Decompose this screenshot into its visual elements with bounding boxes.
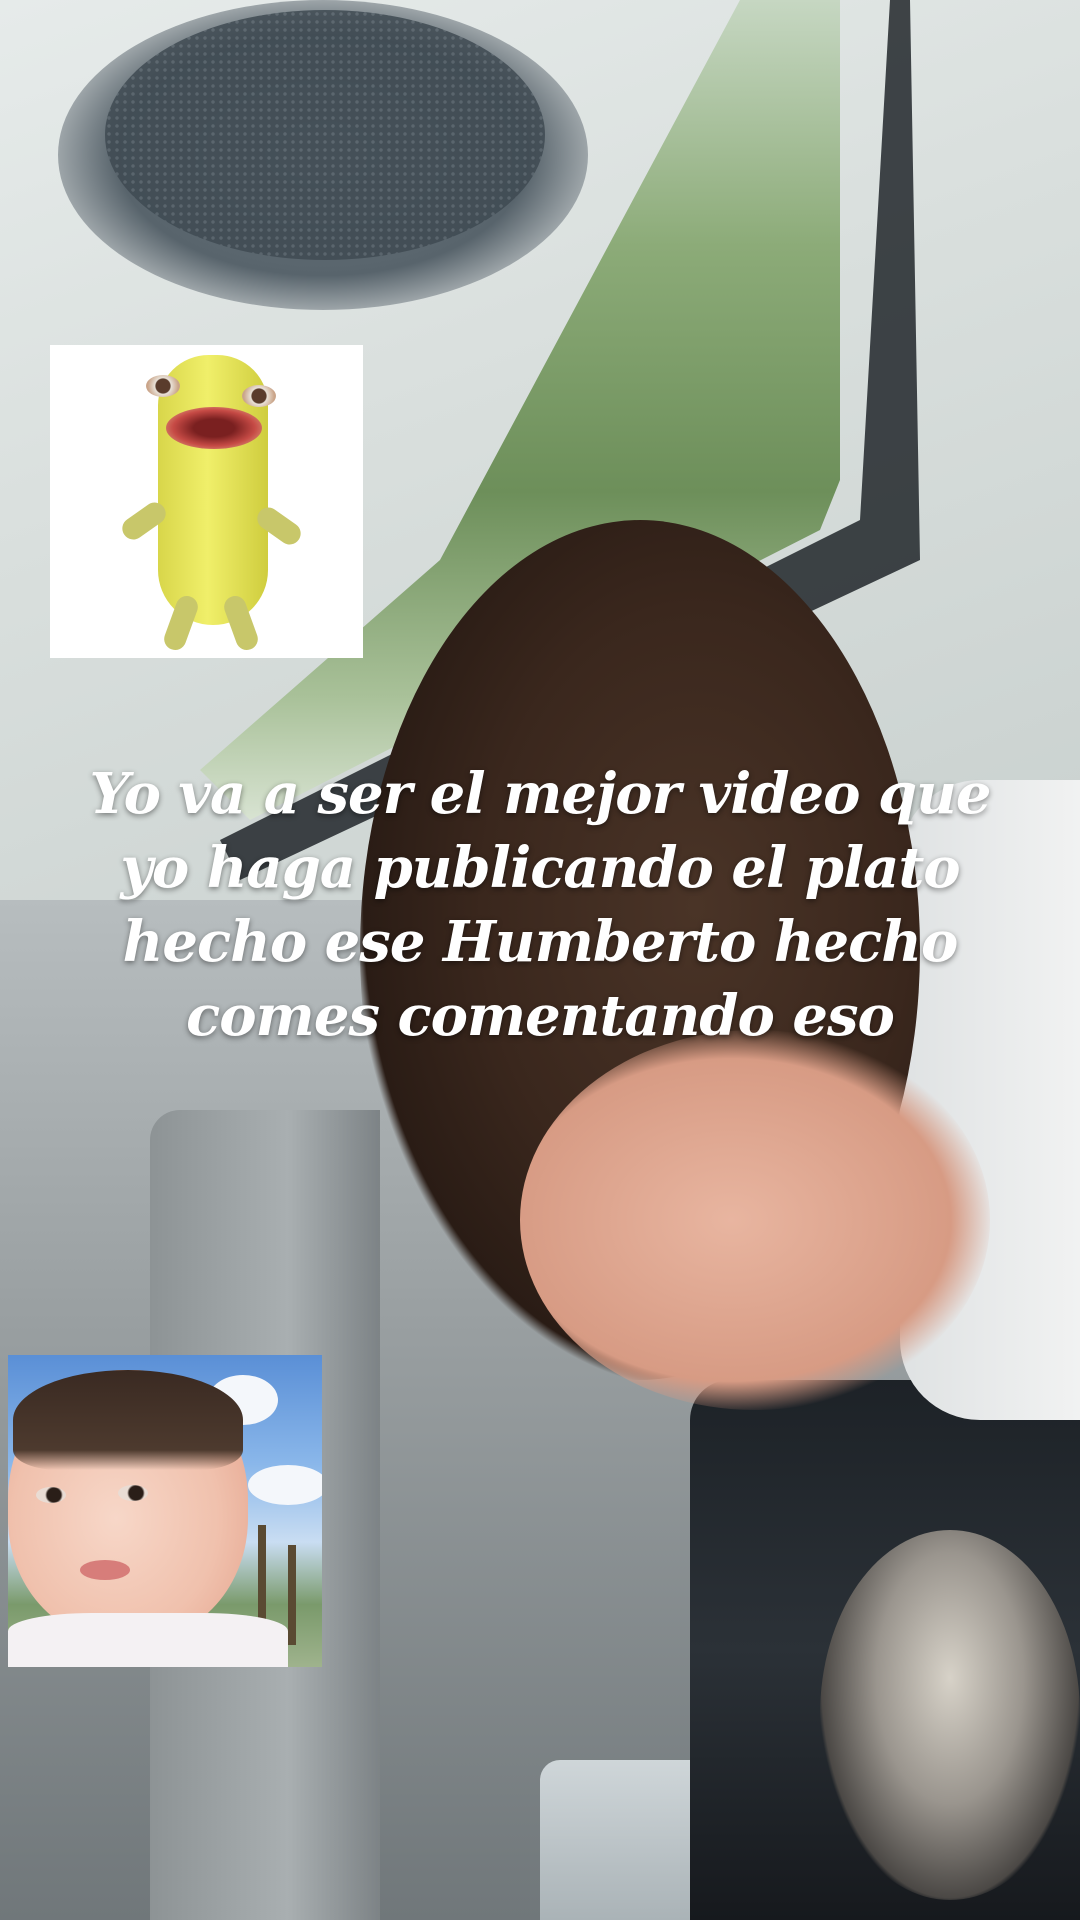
palm-tree — [288, 1545, 296, 1645]
baby-eye-right — [118, 1485, 148, 1501]
banana-leg-left — [161, 592, 201, 654]
cloud — [248, 1465, 322, 1505]
video-caption: Yo va a ser el mejor video que yo haga p… — [60, 757, 1020, 1053]
banana-eye-left — [146, 375, 180, 397]
dog — [820, 1530, 1080, 1900]
baby-bib — [8, 1613, 288, 1667]
caption-line: hecho ese Humberto hecho — [122, 909, 959, 975]
baby-lips — [80, 1560, 130, 1580]
banana-sticker[interactable] — [50, 345, 363, 658]
banana-mouth — [166, 407, 262, 449]
banana-eye-right — [242, 385, 276, 407]
baby-hair — [13, 1370, 243, 1470]
person-face — [520, 1030, 990, 1410]
baby-eye-left — [36, 1487, 66, 1503]
speaker-grill — [105, 10, 545, 260]
baby-sticker[interactable] — [8, 1355, 322, 1667]
caption-line: comes comentando eso — [186, 983, 895, 1049]
caption-line: Yo va a ser el mejor video que — [89, 761, 991, 827]
caption-line: yo haga publicando el plato — [120, 835, 960, 901]
